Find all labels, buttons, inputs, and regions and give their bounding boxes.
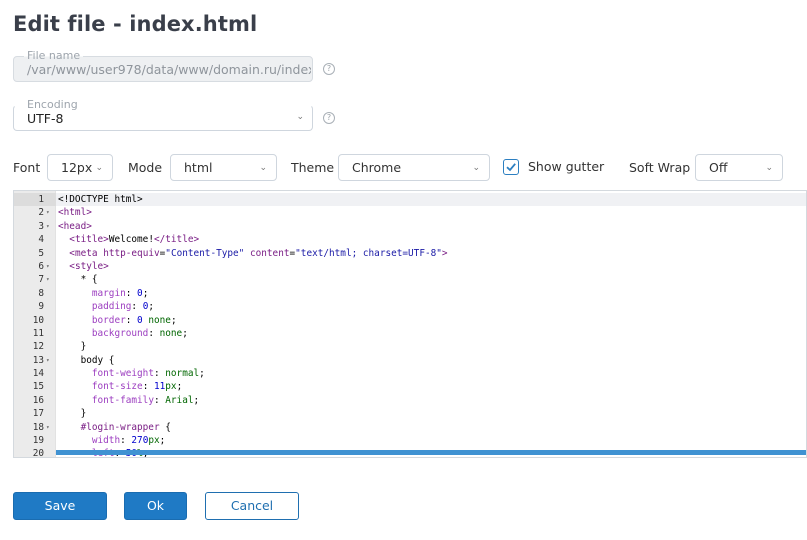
code-line[interactable]: 3 ▾ <head> — [14, 220, 806, 233]
code-line[interactable]: 9 padding: 0; — [14, 300, 806, 313]
line-number: 11 — [32, 327, 44, 339]
fold-toggle-icon[interactable]: ▾ — [46, 273, 50, 286]
line-number: 5 — [38, 247, 44, 259]
line-number: 13 — [32, 354, 44, 366]
line-number: 12 — [32, 341, 44, 353]
file-name-value: /var/www/user978/data/www/domain.ru/inde… — [27, 62, 311, 77]
line-code: width: 270px; — [91, 435, 166, 447]
code-line[interactable]: 4 <title>Welcome!</title> — [14, 233, 806, 246]
code-line[interactable]: 18 ▾ #login-wrapper { — [14, 421, 806, 434]
line-number: 8 — [38, 287, 44, 299]
code-line[interactable]: 15 font-size: 11px; — [14, 380, 806, 393]
save-button[interactable]: Save — [13, 492, 107, 520]
fold-toggle-icon[interactable]: ▾ — [46, 260, 50, 273]
line-number: 7 — [38, 274, 44, 286]
line-number: 20 — [32, 448, 44, 458]
help-icon[interactable]: ? — [323, 63, 335, 75]
code-line[interactable]: 17 } — [14, 407, 806, 420]
soft-wrap-value: Off — [709, 160, 728, 175]
line-code: margin: 0; — [91, 287, 149, 299]
line-code: } — [80, 408, 87, 420]
chevron-down-icon: ⌄ — [472, 163, 480, 173]
line-number: 2 — [38, 207, 44, 219]
font-size-value: 12px — [61, 160, 93, 175]
line-code: <style> — [69, 260, 109, 272]
chevron-down-icon: ⌄ — [259, 163, 267, 173]
theme-select[interactable]: Chrome ⌄ — [338, 154, 490, 181]
line-code: <meta http-equiv="Content-Type" content=… — [69, 247, 448, 259]
mode-select[interactable]: html ⌄ — [170, 154, 277, 181]
code-line[interactable]: 8 margin: 0; — [14, 287, 806, 300]
font-label: Font — [13, 160, 41, 175]
ok-button[interactable]: Ok — [124, 492, 187, 520]
theme-value: Chrome — [352, 160, 402, 175]
chevron-down-icon: ⌄ — [765, 163, 773, 173]
fold-toggle-icon[interactable]: ▾ — [46, 206, 50, 219]
fold-toggle-icon[interactable]: ▾ — [46, 354, 50, 367]
horizontal-scrollbar[interactable] — [56, 450, 806, 455]
line-code: <html> — [58, 207, 92, 219]
line-number: 15 — [32, 381, 44, 393]
line-code: #login-wrapper { — [80, 421, 171, 433]
line-code: body { — [80, 354, 115, 366]
line-code: font-family: Arial; — [91, 394, 200, 406]
page-title: Edit file - index.html — [13, 12, 258, 36]
line-code: font-size: 11px; — [91, 381, 183, 393]
code-line[interactable]: 19 width: 270px; — [14, 434, 806, 447]
check-icon — [506, 163, 516, 172]
line-number: 17 — [32, 408, 44, 420]
font-size-select[interactable]: 12px ⌄ — [47, 154, 113, 181]
line-number: 3 — [38, 220, 44, 232]
code-line[interactable]: 1 <!DOCTYPE html> — [14, 193, 806, 207]
line-number: 9 — [38, 301, 44, 313]
show-gutter-label[interactable]: Show gutter — [528, 159, 604, 174]
fold-toggle-icon[interactable]: ▾ — [46, 421, 50, 434]
code-line[interactable]: 2 ▾ <html> — [14, 206, 806, 219]
soft-wrap-label: Soft Wrap — [629, 160, 691, 175]
line-code: <title>Welcome!</title> — [69, 234, 200, 246]
code-line[interactable]: 5 <meta http-equiv="Content-Type" conten… — [14, 247, 806, 260]
code-line[interactable]: 11 background: none; — [14, 327, 806, 340]
show-gutter-checkbox[interactable] — [503, 159, 519, 175]
mode-label: Mode — [128, 160, 163, 175]
file-name-legend: File name — [24, 49, 84, 63]
line-number: 6 — [38, 260, 44, 272]
chevron-down-icon: ⌄ — [95, 163, 103, 173]
code-line[interactable]: 13 ▾ body { — [14, 354, 806, 367]
line-code: padding: 0; — [91, 301, 154, 313]
line-number: 18 — [32, 421, 44, 433]
cancel-button[interactable]: Cancel — [205, 492, 299, 520]
code-line[interactable]: 10 border: 0 none; — [14, 314, 806, 327]
code-editor[interactable]: 1 <!DOCTYPE html> 2 ▾ <html> 3 ▾ <head> 4 <title… — [13, 190, 807, 458]
line-code: } — [80, 341, 87, 353]
line-code: <head> — [58, 220, 92, 232]
fold-toggle-icon[interactable]: ▾ — [46, 220, 50, 233]
help-icon[interactable]: ? — [323, 112, 335, 124]
mode-value: html — [184, 160, 213, 175]
line-code: * { — [80, 274, 98, 286]
encoding-legend: Encoding — [24, 98, 81, 112]
encoding-value: UTF-8 — [27, 111, 64, 126]
line-number: 10 — [32, 314, 44, 326]
line-code: <!DOCTYPE html> — [58, 194, 143, 205]
file-name-field: File name /var/www/user978/data/www/doma… — [13, 49, 313, 82]
code-line[interactable]: 7 ▾ * { — [14, 273, 806, 286]
soft-wrap-select[interactable]: Off ⌄ — [695, 154, 783, 181]
code-line[interactable]: 14 font-weight: normal; — [14, 367, 806, 380]
line-number: 19 — [32, 435, 44, 447]
editor-lines[interactable]: 1 <!DOCTYPE html> 2 ▾ <html> 3 ▾ <head> 4 <title… — [14, 193, 806, 458]
line-code: border: 0 none; — [91, 314, 177, 326]
line-number: 4 — [38, 234, 44, 246]
code-line[interactable]: 16 font-family: Arial; — [14, 394, 806, 407]
line-number: 14 — [32, 368, 44, 380]
theme-label: Theme — [291, 160, 335, 175]
line-code: font-weight: normal; — [91, 368, 205, 380]
chevron-down-icon: ⌄ — [296, 112, 304, 122]
code-line[interactable]: 12 } — [14, 340, 806, 353]
line-code: background: none; — [91, 327, 188, 339]
code-line[interactable]: 6 ▾ <style> — [14, 260, 806, 273]
line-number: 1 — [38, 194, 44, 205]
encoding-select[interactable]: Encoding UTF-8 ⌄ — [13, 98, 313, 131]
line-number: 16 — [32, 394, 44, 406]
